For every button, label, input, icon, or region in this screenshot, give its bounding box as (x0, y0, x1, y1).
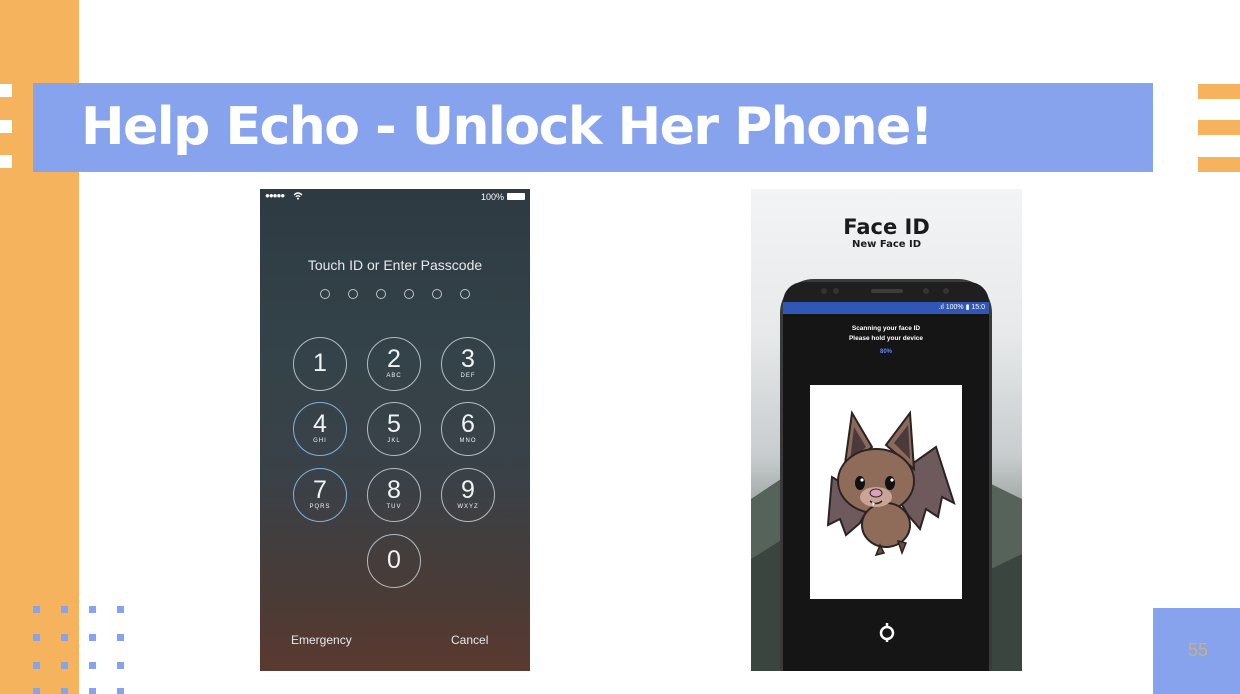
dot (89, 688, 96, 694)
sensor-icon (833, 288, 839, 294)
key-digit: 8 (387, 476, 401, 504)
dot (61, 606, 68, 613)
key-6[interactable]: 6 MNO (441, 402, 495, 456)
scan-message-line1: Scanning your face ID (851, 325, 921, 332)
key-7[interactable]: 7 PQRS (293, 468, 347, 522)
pin-dot (432, 289, 442, 299)
title-banner: Help Echo - Unlock Her Phone! (33, 83, 1153, 172)
front-camera-icon (923, 288, 929, 294)
key-letters: ABC (386, 373, 402, 379)
key-letters: JKL (387, 438, 401, 444)
dot (89, 662, 96, 669)
dot (61, 634, 68, 641)
pin-dot (404, 289, 414, 299)
wifi-icon (293, 192, 303, 200)
page-number-box: 55 (1153, 608, 1240, 694)
dot (33, 606, 40, 613)
signal-icon: ●●●●● (265, 191, 285, 200)
key-5[interactable]: 5 JKL (367, 402, 421, 456)
key-digit: 4 (313, 410, 327, 438)
pin-dot (376, 289, 386, 299)
key-letters: WXYZ (457, 504, 479, 510)
key-0[interactable]: 0 (367, 534, 421, 588)
decorative-dot-grid (33, 606, 133, 694)
dot (33, 662, 40, 669)
key-3[interactable]: 3 DEF (441, 337, 495, 391)
dot (117, 634, 124, 641)
speaker-grille (871, 289, 903, 293)
passcode-prompt: Touch ID or Enter Passcode (307, 257, 483, 273)
key-letters: MNO (459, 438, 477, 444)
dot (33, 634, 40, 641)
face-id-screenshot: Face ID New Face ID .ıl 100% ▮ 15:0 Scan… (751, 189, 1022, 671)
emergency-button[interactable]: Emergency (291, 633, 352, 647)
sensor-icon (821, 288, 827, 294)
battery-icon (507, 193, 525, 200)
key-digit: 6 (461, 410, 475, 438)
passcode-screenshot: ●●●●● 100% Touch ID or Enter Passcode 1 … (260, 189, 530, 671)
bat-illustration (826, 410, 956, 557)
key-digit: 9 (461, 476, 475, 504)
left-notch (0, 84, 12, 97)
key-digit: 0 (387, 546, 401, 574)
key-letters: GHI (313, 438, 327, 444)
dot (89, 634, 96, 641)
dot (117, 688, 124, 694)
key-2[interactable]: 2 ABC (367, 337, 421, 391)
key-1[interactable]: 1 (293, 337, 347, 391)
face-id-subtitle: New Face ID (851, 239, 922, 250)
page-number: 55 (1187, 640, 1209, 660)
pin-indicator (320, 289, 470, 301)
scan-progress: 80% (879, 349, 892, 355)
right-accent-stripe (1198, 84, 1240, 99)
device-status-bar: .ıl 100% ▮ 15:0 (783, 302, 989, 314)
sensor-icon (943, 288, 949, 294)
face-scan-icon[interactable] (877, 622, 897, 642)
key-letters: TUV (386, 504, 402, 510)
dot (33, 688, 40, 694)
dot (117, 662, 124, 669)
device-status-text: .ıl 100% ▮ 15:0 (938, 304, 985, 311)
pin-dot (320, 289, 330, 299)
status-bar: ●●●●● 100% (260, 189, 530, 205)
right-accent-stripe (1198, 120, 1240, 135)
face-id-title: Face ID (843, 215, 930, 239)
dot (61, 688, 68, 694)
dot (89, 606, 96, 613)
key-9[interactable]: 9 WXYZ (441, 468, 495, 522)
key-letters: DEF (460, 373, 476, 379)
key-digit: 3 (461, 345, 475, 373)
scan-message-line2: Please hold your device (848, 335, 924, 342)
dot (117, 606, 124, 613)
key-8[interactable]: 8 TUV (367, 468, 421, 522)
key-digit: 2 (387, 345, 401, 373)
slide-title: Help Echo - Unlock Her Phone! (81, 97, 934, 157)
pin-dot (460, 289, 470, 299)
pin-dot (348, 289, 358, 299)
key-digit: 5 (387, 410, 401, 438)
android-device: .ıl 100% ▮ 15:0 Scanning your face ID Pl… (780, 279, 992, 671)
left-notch (0, 155, 12, 168)
key-digit: 7 (313, 476, 327, 504)
key-letters: PQRS (309, 504, 331, 510)
key-4[interactable]: 4 GHI (293, 402, 347, 456)
scan-frame (810, 385, 962, 599)
key-digit: 1 (313, 349, 327, 377)
left-notch (0, 120, 12, 133)
battery-label: 100% (480, 192, 504, 202)
cancel-button[interactable]: Cancel (451, 633, 488, 647)
right-accent-stripe (1198, 157, 1240, 172)
device-top-bezel (783, 282, 989, 302)
dot (61, 662, 68, 669)
